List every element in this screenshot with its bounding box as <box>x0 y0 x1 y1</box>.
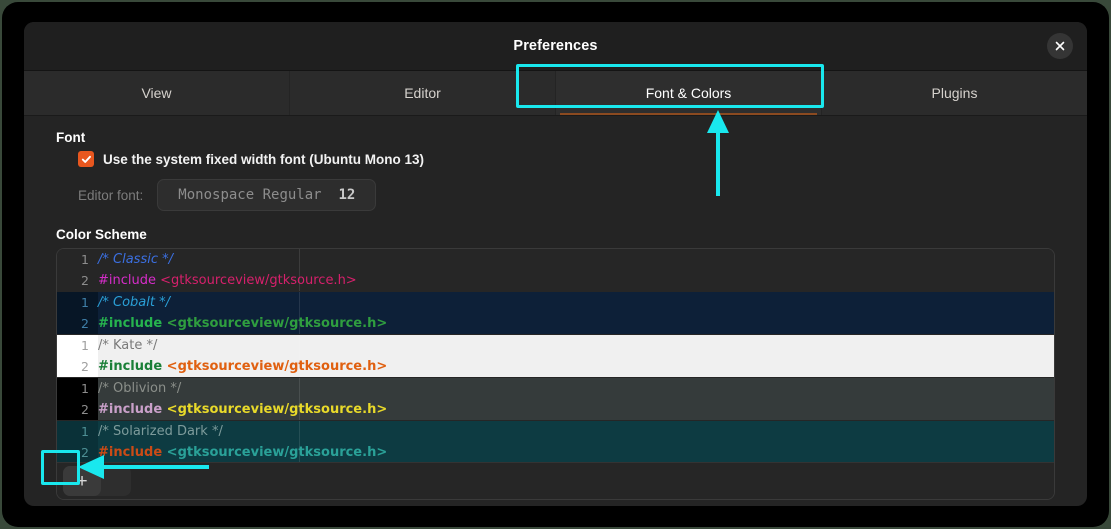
scheme-code-line: 1 /* Solarized Dark */ <box>67 421 1054 442</box>
scheme-code-line: 1 /* Oblivion */ <box>67 378 1054 399</box>
line-number: 2 <box>81 402 89 417</box>
line-number: 2 <box>81 445 89 460</box>
editor-font-label: Editor font: <box>78 187 144 203</box>
scheme-keyword-token: #include <box>98 316 163 331</box>
line-number: 2 <box>81 316 89 331</box>
tab-plugins[interactable]: Plugins <box>822 71 1087 115</box>
line-number: 1 <box>81 338 89 353</box>
line-number: 2 <box>81 359 89 374</box>
scheme-string-token: <gtksourceview/gtksource.h> <box>156 273 357 288</box>
checkmark-icon[interactable] <box>78 151 94 167</box>
color-scheme-row[interactable]: 1 /* Oblivion */ 2 #include <gtksourceview/… <box>57 378 1054 420</box>
use-system-font-label: Use the system fixed width font (Ubuntu … <box>103 151 425 167</box>
color-scheme-section-title: Color Scheme <box>56 227 147 242</box>
scheme-row-code: 1 /* Oblivion */ 2 #include <gtksourceview/… <box>57 378 1054 420</box>
scheme-row-code: 1 /* Kate */ 2 #include <gtksourceview/gtks… <box>57 335 1054 377</box>
scheme-string-token: <gtksourceview/gtksource.h> <box>162 402 388 417</box>
screenshot-root: Preferences View Editor Font & Colors Pl… <box>0 0 1111 529</box>
add-scheme-button[interactable]: + <box>63 466 101 496</box>
line-number: 2 <box>81 273 89 288</box>
color-scheme-row[interactable]: 1 /* Classic */ 2 #include <gtksourceview/g… <box>57 249 1054 291</box>
scheme-comment-token: /* Classic */ <box>98 252 173 267</box>
line-number: 1 <box>81 381 89 396</box>
preferences-window: Preferences View Editor Font & Colors Pl… <box>24 22 1087 506</box>
scheme-comment-token: /* Solarized Dark */ <box>98 424 223 439</box>
scheme-keyword-token: #include <box>98 359 163 374</box>
preferences-tabbar: View Editor Font & Colors Plugins <box>24 71 1087 116</box>
scheme-row-code: 1 /* Solarized Dark */ 2 #include <gtksourc… <box>57 421 1054 462</box>
use-system-font-row[interactable]: Use the system fixed width font (Ubuntu … <box>56 151 1055 167</box>
scheme-code-line: 2 #include <gtksourceview/gtksource.h> <box>67 313 1054 334</box>
scheme-code-line: 2 #include <gtksourceview/gtksource.h> <box>67 270 1054 291</box>
scheme-code-line: 1 /* Kate */ <box>67 335 1054 356</box>
scheme-string-token: <gtksourceview/gtksource.h> <box>162 359 388 374</box>
editor-font-size: 12 <box>338 187 356 203</box>
editor-font-row: Editor font: Monospace Regular 12 <box>56 179 1055 211</box>
scheme-row-code: 1 /* Cobalt */ 2 #include <gtksourceview/gt… <box>57 292 1054 334</box>
line-number: 1 <box>81 424 89 439</box>
tab-plugins-label: Plugins <box>931 85 978 101</box>
color-scheme-row[interactable]: 1 /* Kate */ 2 #include <gtksourceview/gtks… <box>57 335 1054 377</box>
preferences-content: Font Use the system fixed width font (Ub… <box>24 116 1087 506</box>
editor-font-value: Monospace Regular <box>178 187 322 203</box>
line-number: 1 <box>81 295 89 310</box>
tab-view[interactable]: View <box>24 71 290 115</box>
scheme-code-line: 1 /* Classic */ <box>67 249 1054 270</box>
close-icon[interactable] <box>1047 33 1073 59</box>
color-scheme-row[interactable]: 1 /* Cobalt */ 2 #include <gtksourceview/gt… <box>57 292 1054 334</box>
font-section-title: Font <box>56 130 86 145</box>
color-scheme-toolbar: + <box>57 462 1054 499</box>
scheme-row-code: 1 /* Classic */ 2 #include <gtksourceview/g… <box>57 249 1054 291</box>
scheme-string-token: <gtksourceview/gtksource.h> <box>162 445 388 460</box>
scheme-keyword-token: #include <box>98 273 156 288</box>
scheme-comment-token: /* Kate */ <box>98 338 158 353</box>
color-scheme-list[interactable]: 1 /* Classic */ 2 #include <gtksourceview/g… <box>57 249 1054 462</box>
scheme-comment-token: /* Cobalt */ <box>98 295 170 310</box>
editor-font-button[interactable]: Monospace Regular 12 <box>157 179 377 211</box>
window-title: Preferences <box>513 38 598 54</box>
color-scheme-toolbar-group: + <box>63 466 131 496</box>
tab-view-label: View <box>141 85 172 101</box>
tab-editor-label: Editor <box>404 85 441 101</box>
scheme-code-line: 2 #include <gtksourceview/gtksource.h> <box>67 399 1054 420</box>
tab-editor[interactable]: Editor <box>290 71 556 115</box>
scheme-code-line: 1 /* Cobalt */ <box>67 292 1054 313</box>
line-number: 1 <box>81 252 89 267</box>
scheme-code-line: 2 #include <gtksourceview/gtksource.h> <box>67 442 1054 462</box>
scheme-keyword-token: #include <box>98 445 163 460</box>
scheme-code-line: 2 #include <gtksourceview/gtksource.h> <box>67 356 1054 377</box>
tab-font-and-colors[interactable]: Font & Colors <box>556 71 822 115</box>
scheme-string-token: <gtksourceview/gtksource.h> <box>162 316 388 331</box>
scheme-comment-token: /* Oblivion */ <box>98 381 182 396</box>
tab-font-and-colors-label: Font & Colors <box>645 85 732 101</box>
scheme-keyword-token: #include <box>98 402 163 417</box>
color-scheme-row[interactable]: 1 /* Solarized Dark */ 2 #include <gtksourc… <box>57 421 1054 462</box>
color-scheme-list-frame: 1 /* Classic */ 2 #include <gtksourceview/g… <box>56 248 1055 500</box>
window-headerbar: Preferences <box>24 22 1087 71</box>
